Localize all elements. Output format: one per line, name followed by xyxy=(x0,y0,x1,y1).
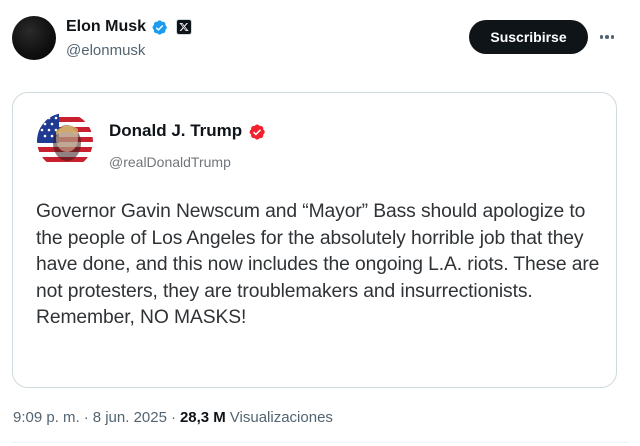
meta-separator: · xyxy=(170,409,176,426)
tweet: Elon Musk @elonmusk Suscribirse Donald J… xyxy=(0,0,640,446)
author-name[interactable]: Elon Musk xyxy=(66,18,146,36)
subscribe-button[interactable]: Suscribirse xyxy=(469,20,588,54)
more-options-icon[interactable] xyxy=(596,24,618,50)
red-verified-icon[interactable] xyxy=(248,123,265,140)
quoted-author-avatar[interactable] xyxy=(37,113,93,169)
divider xyxy=(12,442,628,443)
quoted-author-name[interactable]: Donald J. Trump xyxy=(109,121,242,141)
x-logo-icon[interactable] xyxy=(176,19,193,35)
views-count: 28,3 M xyxy=(179,409,226,426)
author-handle[interactable]: @elonmusk xyxy=(66,42,145,59)
quoted-author-name-row: Donald J. Trump xyxy=(109,121,265,141)
author-name-row: Elon Musk xyxy=(66,18,193,36)
tweet-date[interactable]: 8 jun. 2025 xyxy=(93,409,167,426)
quoted-tweet-card[interactable]: Donald J. Trump @realDonaldTrump Governo… xyxy=(12,92,617,388)
meta-separator: · xyxy=(83,409,89,426)
author-avatar[interactable] xyxy=(12,16,56,60)
tweet-time[interactable]: 9:09 p. m. xyxy=(13,409,80,426)
tweet-meta: 9:09 p. m. · 8 jun. 2025 · 28,3 M Visual… xyxy=(13,409,333,426)
quoted-tweet-text: Governor Gavin Newscum and “Mayor” Bass … xyxy=(36,201,600,329)
verified-badge-icon[interactable] xyxy=(151,19,168,36)
quoted-author-handle[interactable]: @realDonaldTrump xyxy=(109,154,231,170)
views-label: Visualizaciones xyxy=(229,409,333,426)
